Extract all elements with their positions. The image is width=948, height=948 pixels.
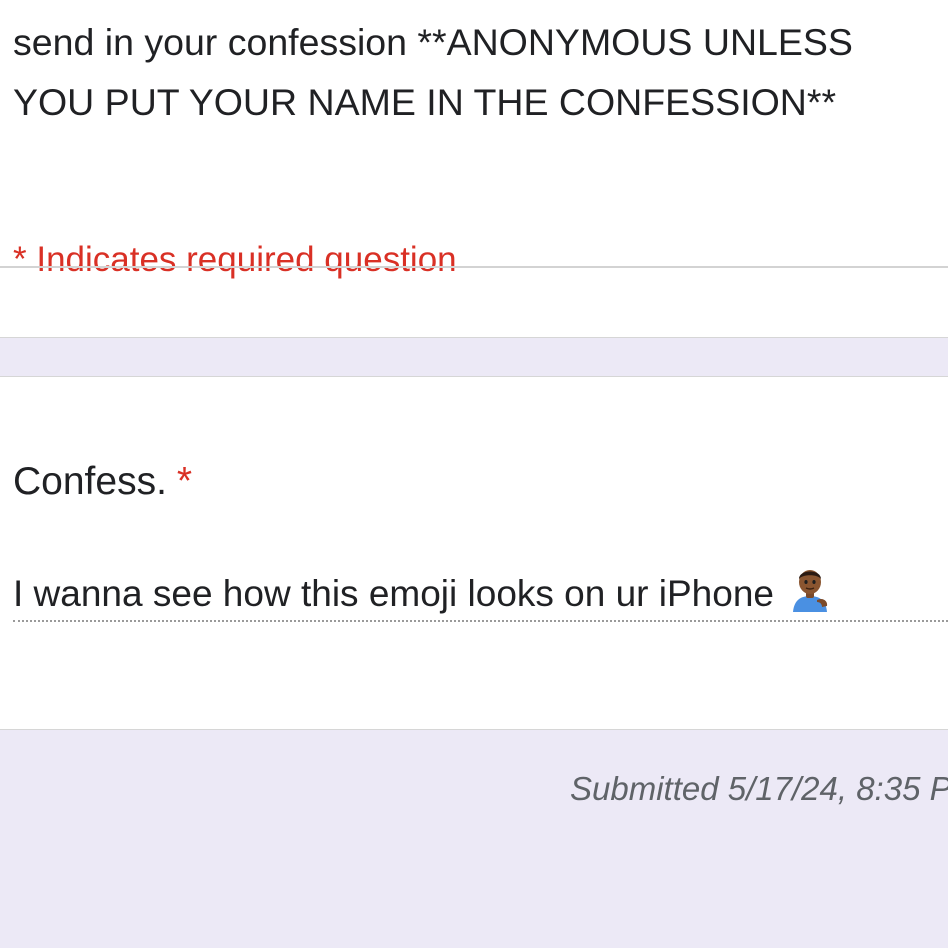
question-title-text: Confess. — [13, 460, 167, 503]
form-description: send in your confession **ANONYMOUS UNLE… — [13, 21, 853, 123]
answer-field[interactable]: I wanna see how this emoji looks on ur i… — [13, 566, 948, 618]
answer-text: I wanna see how this emoji looks on ur i… — [13, 573, 774, 614]
required-question-note: * Indicates required question — [13, 240, 457, 279]
man-tipping-hand-icon — [793, 570, 828, 612]
submitted-timestamp: Submitted 5/17/24, 8:35 PM — [570, 770, 948, 807]
question-title: Confess. * — [13, 457, 192, 507]
answer-underline — [13, 620, 948, 622]
question-card: Confess. * I wanna see how this emoji loo… — [0, 376, 948, 730]
required-star: * — [176, 460, 193, 503]
header-divider — [0, 266, 948, 268]
form-header-card: send in your confession **ANONYMOUS UNLE… — [0, 0, 948, 338]
